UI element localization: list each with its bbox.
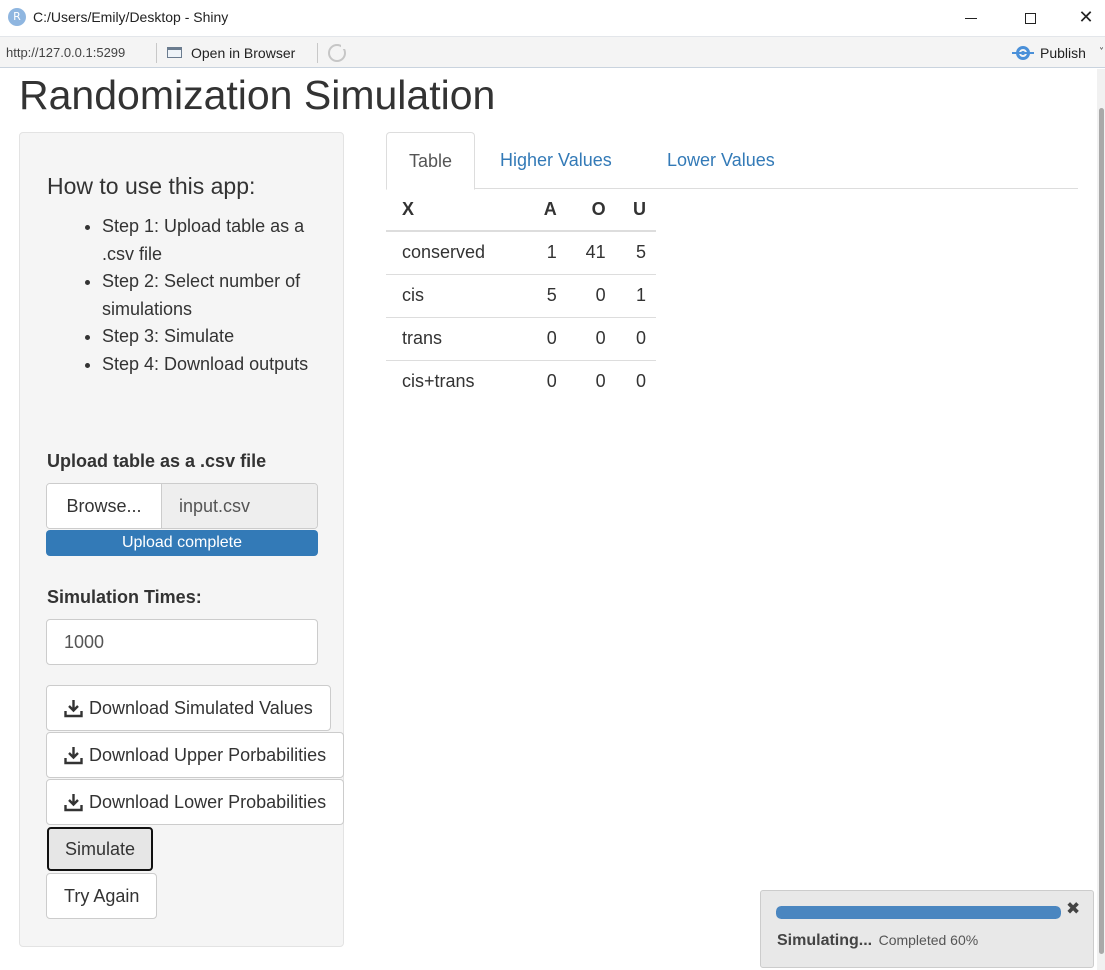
toolbar-divider [317,43,318,63]
download-lower-probabilities-button[interactable]: Download Lower Probabilities [46,779,345,825]
download-upper-probabilities-label: Download Upper Porbabilities [89,744,327,765]
r-app-icon: R [8,8,26,26]
tab-bar: Table Higher Values Lower Values [386,132,1078,190]
step-item: Step 4: Download outputs [102,351,317,379]
minimize-icon [965,17,977,19]
column-header: X [386,189,527,232]
simulate-button[interactable]: Simulate [47,827,154,871]
table-row: cis+trans 0 0 0 [386,360,656,403]
download-simulated-values-label: Download Simulated Values [89,697,313,718]
scrollbar-thumb[interactable] [1099,108,1104,954]
table-cell: 5 [615,231,656,275]
simulation-times-input[interactable]: 1000 [46,619,318,665]
data-table: X A O U conserved 1 41 5 cis 5 0 1 trans… [386,189,656,403]
steps-list: Step 1: Upload table as a .csv file Step… [47,213,317,378]
table-row: conserved 1 41 5 [386,231,656,275]
open-in-browser-button[interactable]: Open in Browser [165,43,295,63]
column-header: O [566,189,616,232]
tab-lower-values[interactable]: Lower Values [645,132,797,189]
table-cell: 0 [526,317,567,361]
tab-table[interactable]: Table [386,132,476,190]
publish-label: Publish [1040,45,1086,61]
progress-bar-fill [776,906,1061,919]
table-cell: cis [386,274,527,318]
upload-label: Upload table as a .csv file [47,451,267,471]
table-row: cis 5 0 1 [386,274,656,318]
notification-detail: Completed 60% [878,932,979,948]
browse-button[interactable]: Browse... [47,484,162,528]
maximize-button[interactable] [1007,0,1053,36]
download-icon [64,793,83,812]
download-icon [64,746,83,765]
table-cell: 41 [566,231,616,275]
tab-higher-values[interactable]: Higher Values [478,132,634,189]
download-simulated-values-button[interactable]: Download Simulated Values [46,685,331,731]
table-cell: 0 [566,274,616,318]
window-title: C:/Users/Emily/Desktop - Shiny [33,9,229,25]
table-header-row: X A O U [386,189,656,232]
table-cell: 0 [546,371,557,392]
table-cell: 1 [526,231,567,275]
viewer-toolbar: http://127.0.0.1:5299 Open in Browser Pu… [0,36,1105,68]
step-item: Step 3: Simulate [102,323,317,351]
progress-notification: ✖ Simulating... Completed 60% [760,890,1094,968]
table-cell: cis+trans [402,371,475,392]
upload-progress-bar: Upload complete [46,530,318,556]
table-cell: 5 [526,274,567,318]
download-lower-probabilities-label: Download Lower Probabilities [89,791,327,812]
simulation-times-label: Simulation Times: [47,587,202,607]
help-title: How to use this app: [47,173,256,199]
download-icon [64,699,83,718]
try-again-button[interactable]: Try Again [46,873,158,919]
download-upper-probabilities-button[interactable]: Download Upper Porbabilities [46,732,345,778]
table-cell: conserved [386,231,527,275]
close-notification-icon[interactable]: ✖ [1066,901,1080,918]
sidebar-panel: How to use this app: Step 1: Upload tabl… [19,132,345,947]
progress-bar [776,906,1061,919]
publish-button[interactable]: Publish [1012,44,1086,62]
table-cell: 1 [615,274,656,318]
notification-text: Simulating... Completed 60% [777,932,978,950]
close-window-button[interactable]: ✕ [1063,0,1105,36]
column-header: A [526,189,567,232]
table-cell: 0 [635,371,646,392]
publish-icon [1012,44,1034,62]
table-cell: 0 [595,371,606,392]
open-in-browser-label: Open in Browser [191,45,296,61]
page-title: Randomization Simulation [19,72,496,118]
table-cell: trans [386,317,527,361]
file-input: Browse... input.csv [46,483,318,529]
notification-message: Simulating... [777,932,873,949]
step-item: Step 1: Upload table as a .csv file [102,213,317,268]
refresh-icon[interactable] [328,43,347,62]
close-icon: ✕ [1078,7,1094,28]
url-label: http://127.0.0.1:5299 [6,45,126,60]
file-name-field: input.csv [162,484,317,528]
table-cell: 0 [566,317,616,361]
toolbar-divider [156,43,157,63]
maximize-icon [1024,12,1036,24]
minimize-button[interactable] [948,0,994,36]
browser-window-icon [165,46,183,60]
column-header: U [615,189,656,232]
publish-dropdown-icon[interactable]: ˅ [1099,47,1104,58]
window-titlebar: R C:/Users/Emily/Desktop - Shiny ✕ [0,0,1105,36]
table-cell: 0 [615,317,656,361]
table-row: trans 0 0 0 [386,317,656,361]
step-item: Step 2: Select number of simulations [102,268,317,323]
